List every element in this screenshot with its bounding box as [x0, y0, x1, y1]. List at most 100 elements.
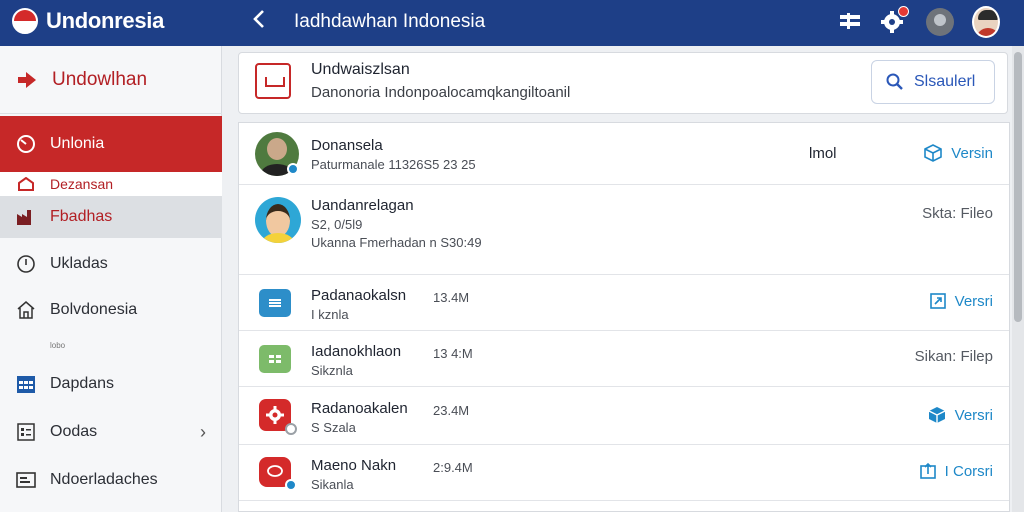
item-size: 2:9.4M	[433, 460, 473, 475]
sidebar-item-dezansan[interactable]: Dezansan	[0, 172, 222, 196]
item-meta-secondary: Ukanna Fmerhadan n S30:49	[311, 235, 482, 250]
item-meta: S2, 0/5l9	[311, 217, 363, 232]
notification-dot	[898, 6, 909, 17]
export-icon	[929, 293, 946, 309]
brand[interactable]: Undonresia	[12, 8, 164, 34]
sidebar-caption: lobo	[50, 341, 66, 350]
menu-button[interactable]	[836, 8, 864, 36]
version-label: Versri	[954, 292, 993, 310]
item-name: Uandanrelagan	[311, 197, 414, 214]
search-icon	[886, 73, 903, 90]
card-icon	[16, 470, 36, 490]
notifications-button[interactable]	[878, 6, 909, 36]
sidebar-item-label: Dezansan	[50, 176, 114, 192]
item-meta: Paturmanale 11326S5 23 25	[311, 157, 476, 172]
avatar	[972, 6, 1000, 38]
version-label: I Corsri	[944, 462, 993, 480]
sidebar-item-label: Unlonia	[50, 135, 105, 152]
sidebar: Undowlhan Unlonia Dezansan Fbadhas Uklad…	[0, 46, 222, 512]
file-button[interactable]: Skta: Fileo	[922, 205, 993, 222]
profile-gray-button[interactable]	[926, 8, 954, 36]
version-button[interactable]: Versri	[929, 292, 993, 310]
user-avatar-button[interactable]	[972, 6, 1000, 38]
sidebar-item-unlonia[interactable]: Unlonia	[0, 116, 222, 172]
flag-logo-icon	[12, 8, 38, 34]
scrollbar-thumb[interactable]	[1014, 52, 1022, 322]
box-icon	[924, 144, 943, 162]
gauge-icon	[16, 134, 36, 154]
sidebar-item-fbadhas[interactable]: Fbadhas	[0, 196, 222, 238]
item-size: 13.4M	[433, 290, 470, 305]
chevron-left-icon	[253, 10, 264, 28]
verified-icon	[287, 163, 299, 175]
item-name: Donansela	[311, 137, 383, 154]
home-icon	[16, 174, 36, 194]
list-item[interactable]: Uandanrelagan S2, 0/5l9 Ukanna Fmerhadan…	[239, 185, 1009, 275]
file-list: Donansela Paturmanale 11326S5 23 25 lmol…	[238, 122, 1010, 512]
version-button[interactable]: Versri	[927, 406, 993, 424]
robot-avatar-icon	[926, 8, 954, 36]
box-icon	[928, 407, 945, 423]
item-size: 23.4M	[433, 403, 470, 418]
item-name: Radanoakalen	[311, 400, 408, 417]
sidebar-item-bolvdonesia[interactable]: Bolvdonesia	[0, 290, 222, 330]
brand-name: Undonresia	[46, 8, 165, 33]
arrow-right-icon	[18, 71, 36, 88]
document-icon	[255, 63, 291, 99]
search-button-label: Slsaulerl	[914, 73, 976, 90]
sidebar-item-label: Ndoerladaches	[50, 471, 158, 488]
verified-icon	[285, 479, 297, 491]
item-meta: S Szala	[311, 420, 356, 435]
version-button[interactable]: I Corsri	[919, 462, 993, 480]
chevron-right-icon: ›	[200, 421, 206, 442]
search-button[interactable]: Slsaulerl	[871, 60, 995, 104]
file-label: Sikan: Filep	[914, 348, 993, 365]
sidebar-item-ndoerladaches[interactable]: Ndoerladaches	[0, 460, 222, 500]
sidebar-header-label: Undowlhan	[52, 68, 148, 90]
sidebar-item-dapdans[interactable]: Dapdans	[0, 364, 222, 404]
sync-icon	[285, 423, 297, 435]
spreadsheet-app-icon	[259, 345, 291, 373]
list-item[interactable]: Iadanokhlaon 13 4:M Sikznla Sikan: Filep	[239, 331, 1009, 387]
sidebar-item-label: Bolvdonesia	[50, 301, 138, 318]
document-app-icon	[259, 289, 291, 317]
sidebar-item-label: Dapdans	[50, 375, 115, 392]
menu-icon	[840, 13, 860, 29]
house-icon	[16, 300, 36, 320]
file-button[interactable]: Sikan: Filep	[915, 348, 993, 365]
card-subtitle: Danonoria Indonpoalocamqkangiltoanil	[311, 84, 571, 101]
list-icon	[16, 422, 36, 442]
avatar	[255, 197, 301, 243]
page-title: Iadhdawhan Indonesia	[294, 11, 486, 32]
item-meta: I kznla	[311, 307, 349, 322]
item-meta: Sikanla	[311, 477, 354, 492]
factory-icon	[16, 207, 36, 227]
top-app-bar: Undonresia Iadhdawhan Indonesia	[0, 0, 1024, 46]
item-name: Padanaokalsn	[311, 287, 407, 304]
list-item[interactable]: Donansela Paturmanale 11326S5 23 25 lmol…	[239, 123, 1009, 185]
export-icon	[919, 462, 936, 479]
item-meta: Sikznla	[311, 363, 353, 378]
list-item[interactable]: Padanaokalsn 13.4M I kznla Versri	[239, 275, 1009, 331]
sidebar-item-oodas[interactable]: Oodas ›	[0, 412, 222, 452]
list-item[interactable]: Radanoakalen 23.4M S Szala Versri	[239, 387, 1009, 445]
version-label: Versin	[951, 144, 993, 162]
sidebar-header[interactable]: Undowlhan	[0, 46, 222, 114]
card-title: Undwaiszlsan	[311, 61, 410, 78]
sidebar-item-label: Ukladas	[50, 255, 108, 272]
sidebar-item-label: Oodas	[50, 423, 98, 440]
version-button[interactable]: Versin	[923, 144, 993, 162]
list-item[interactable]: Maeno Nakn 2:9.4M Sikanla I Corsri	[239, 445, 1009, 501]
item-name: Maeno Nakn	[311, 457, 397, 474]
document-header-card: Undwaiszlsan Danonoria Indonpoalocamqkan…	[238, 52, 1008, 114]
sidebar-item-ukladas[interactable]: Ukladas	[0, 244, 222, 284]
item-name: Iadanokhlaon	[311, 343, 402, 360]
back-button[interactable]	[248, 9, 270, 35]
version-label: Versri	[954, 406, 993, 424]
calendar-icon	[16, 374, 36, 394]
scrollbar[interactable]	[1012, 46, 1024, 512]
clock-icon	[16, 254, 36, 274]
file-label: Skta: Fileo	[922, 205, 993, 222]
item-size: 13 4:M	[433, 346, 473, 361]
item-status: lmol	[809, 145, 837, 162]
